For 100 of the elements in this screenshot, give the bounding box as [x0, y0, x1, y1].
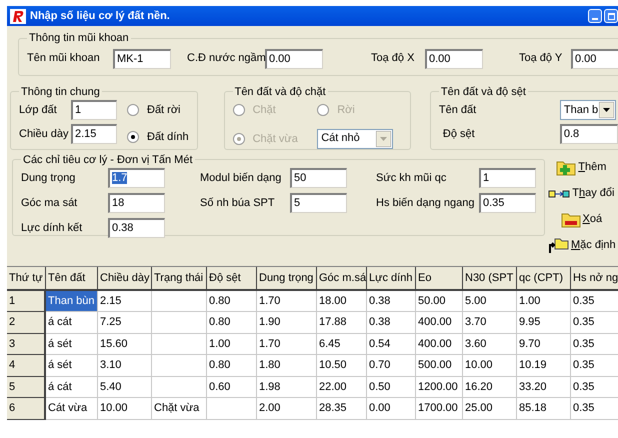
table-cell: 0.38 [367, 290, 416, 312]
table-cell: 0.35 [571, 376, 618, 398]
field-label: Toạ độ Y [519, 51, 564, 66]
input-field[interactable]: 1 [479, 168, 536, 188]
table-cell: 0.00 [367, 398, 416, 420]
row-header[interactable]: 4 [7, 355, 46, 377]
table-cell: 0.54 [367, 334, 416, 356]
table-cell: 1.70 [257, 290, 317, 312]
table-cell: 50.00 [416, 290, 463, 312]
table-cell: 16.20 [463, 376, 517, 398]
table-cell: 3.10 [98, 355, 152, 377]
row-header[interactable]: 2 [7, 312, 46, 334]
column-header[interactable]: Eo [416, 266, 463, 290]
row-header[interactable]: 3 [7, 334, 46, 356]
column-header[interactable]: qc (CPT) [517, 266, 571, 290]
column-header[interactable]: Độ sệt [207, 266, 257, 290]
table-cell: 0.38 [367, 312, 416, 334]
table-cell: 0.35 [571, 355, 618, 377]
table-cell: 0.35 [571, 290, 618, 312]
table-cell: 3.60 [463, 334, 517, 356]
table-cell: Chặt vừa [152, 398, 207, 420]
field-label: Toạ độ X [371, 51, 416, 66]
column-header[interactable]: Chiều dày [98, 266, 152, 290]
app-logo-icon [10, 8, 26, 24]
input-field[interactable]: 18 [108, 193, 165, 213]
input-field[interactable]: 1 [71, 100, 117, 120]
input-field[interactable]: MK-1 [113, 48, 171, 68]
group-title: Tên đất và độ chặt [234, 84, 327, 100]
radio-button[interactable] [127, 130, 139, 143]
input-field[interactable]: 0.00 [425, 48, 483, 68]
field-label: Tên đất [438, 102, 478, 118]
group-title: Tên đất và độ sệt [440, 84, 527, 100]
table-cell: á sét [46, 334, 98, 356]
column-header[interactable]: N30 (SPT [463, 266, 517, 290]
table-cell [152, 290, 207, 312]
table-cell: Cát vừa [46, 398, 98, 420]
minimize-button[interactable] [588, 9, 602, 23]
column-header[interactable]: Góc m.sá [317, 266, 367, 290]
table-cell: 0.70 [367, 355, 416, 377]
table-cell: 0.35 [571, 398, 618, 420]
input-field[interactable]: 0.38 [108, 218, 165, 238]
table-cell: 1.90 [257, 312, 317, 334]
field-label: Số nh búa SPT [200, 196, 276, 211]
table-cell: 500.00 [416, 355, 463, 377]
field-label: Tên mũi khoan [27, 51, 101, 66]
table-cell: 0.80 [207, 312, 257, 334]
table-cell: 1.70 [257, 334, 317, 356]
table-cell: 2.00 [257, 398, 317, 420]
input-field[interactable]: 0.8 [560, 124, 618, 144]
radio-label: Chặt vừa [252, 132, 298, 146]
table-cell: á cát [46, 376, 98, 398]
table-cell [152, 355, 207, 377]
table-cell: 3.70 [463, 312, 517, 334]
input-field[interactable]: 5 [290, 193, 347, 213]
input-field[interactable]: 50 [290, 168, 347, 188]
row-header[interactable]: 6 [7, 398, 46, 420]
table-cell: 25.00 [463, 398, 517, 420]
table-cell: 18.00 [317, 290, 367, 312]
folder-minus-icon [560, 211, 581, 228]
dropdown[interactable]: Than b [560, 100, 616, 120]
table-cell: 9.70 [517, 334, 571, 356]
column-header[interactable]: Hs nở ng [571, 266, 618, 290]
field-label: Hs biến dạng ngang [376, 196, 476, 211]
input-field[interactable]: 2.15 [71, 124, 117, 144]
column-header[interactable]: Thứ tự [7, 266, 46, 290]
action-button[interactable]: Xoá [560, 210, 602, 230]
input-field[interactable]: 0.00 [571, 48, 618, 68]
column-header[interactable]: Trạng thái [152, 266, 207, 290]
action-button[interactable]: Mặc định [547, 236, 616, 256]
column-header[interactable]: Dung trọng [257, 266, 317, 290]
group-title: Các chỉ tiêu cơ lý - Đơn vị Tấn Mét [22, 152, 194, 168]
input-field[interactable]: 0.35 [479, 193, 536, 213]
column-header[interactable]: Tên đất [46, 266, 98, 290]
table-cell: 10.50 [317, 355, 367, 377]
table-cell [152, 334, 207, 356]
table-cell: 0.35 [571, 312, 618, 334]
caret-icon [376, 130, 392, 146]
table-cell: 15.60 [98, 334, 152, 356]
table-cell: 400.00 [416, 312, 463, 334]
table-cell: 9.95 [517, 312, 571, 334]
table-cell: 0.60 [207, 376, 257, 398]
table-cell: 10.19 [517, 355, 571, 377]
table-cell: 85.18 [517, 398, 571, 420]
radio-button[interactable] [127, 104, 139, 116]
table-cell: 1700.00 [416, 398, 463, 420]
table-cell: 10.00 [463, 355, 517, 377]
column-header[interactable]: Lực dính [367, 266, 416, 290]
table-cell [207, 398, 257, 420]
action-button[interactable]: Thay đổi [548, 184, 614, 204]
action-button[interactable]: Thêm [556, 158, 606, 178]
table-cell [152, 312, 207, 334]
table-cell [152, 376, 207, 398]
table-cell: á sét [46, 355, 98, 377]
row-header[interactable]: 1 [7, 290, 46, 312]
maximize-button[interactable] [604, 9, 618, 23]
input-field[interactable]: 1.7 [108, 168, 165, 188]
input-field[interactable]: 0.00 [265, 48, 323, 68]
field-label: Lực dính kết [21, 220, 84, 236]
table-cell: 1.00 [207, 334, 257, 356]
row-header[interactable]: 5 [7, 376, 46, 398]
